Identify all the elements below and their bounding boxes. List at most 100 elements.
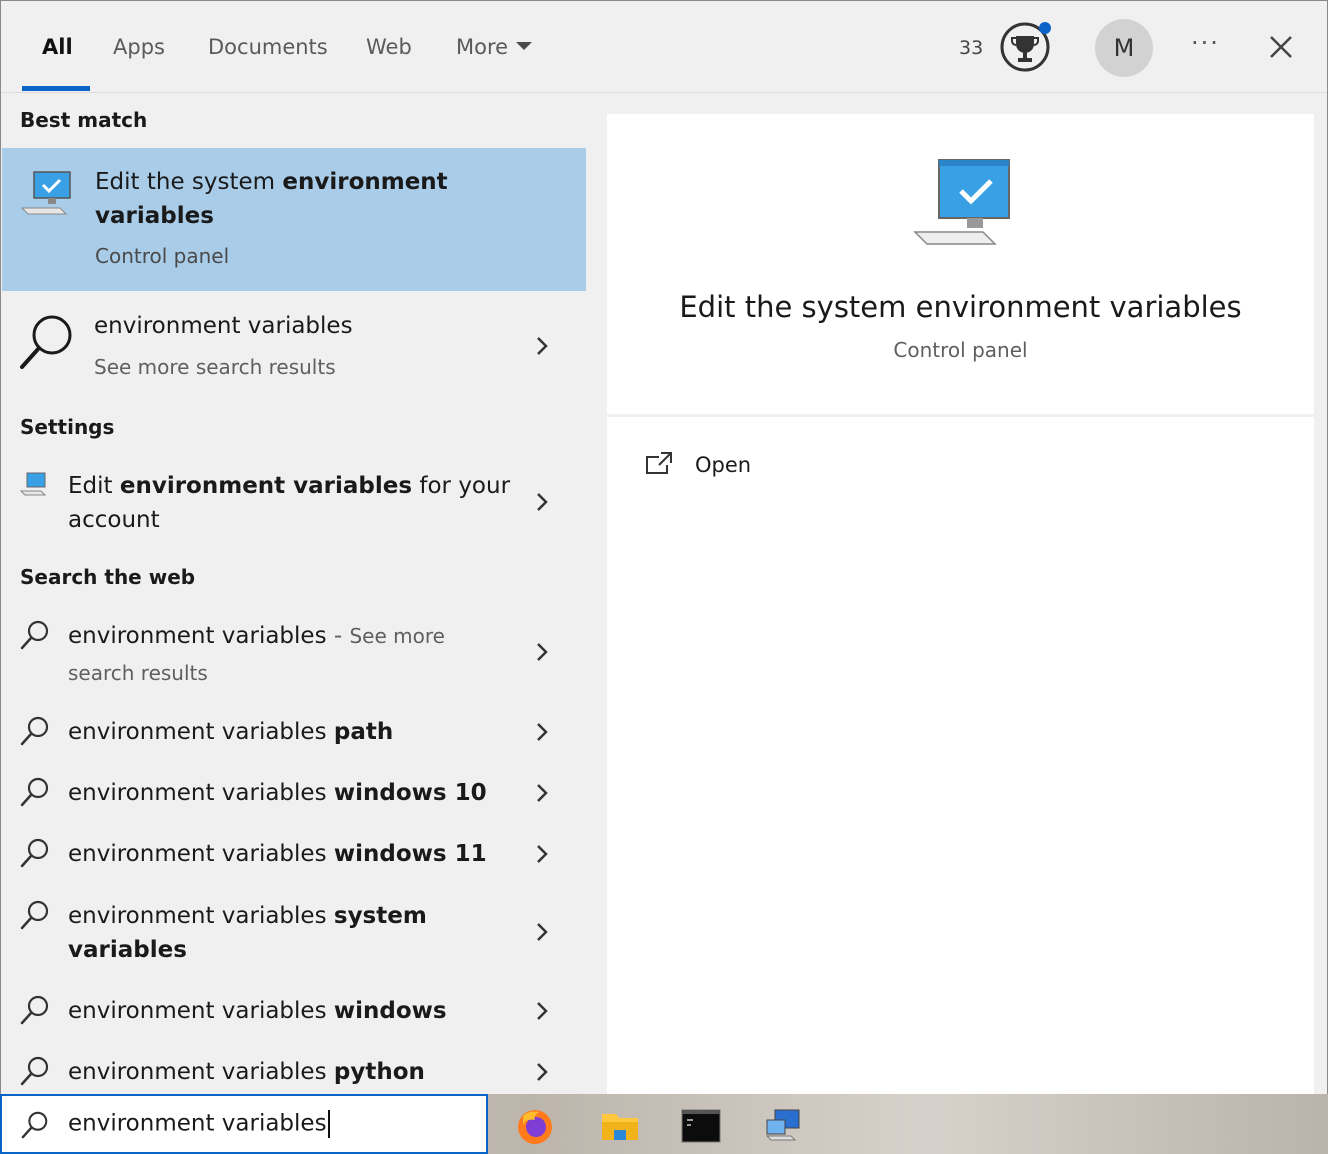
section-search-web: Search the web <box>20 565 196 589</box>
web-suggestion-item[interactable]: environment variables system variables <box>1 887 586 975</box>
more-results-title: environment variables <box>94 313 353 339</box>
search-icon <box>20 995 49 1025</box>
more-results-item[interactable]: environment variables See more search re… <box>1 295 586 395</box>
web-suggestion-item[interactable]: environment variables windows 11 <box>1 827 586 883</box>
search-window: All Apps Documents Web More 33 M ··· Bes… <box>0 0 1328 1095</box>
more-options-icon[interactable]: ··· <box>1191 29 1220 57</box>
web-result-item[interactable]: environment variables - See more search … <box>1 607 586 697</box>
web-suggestion-title: environment variables windows 10 <box>68 776 487 810</box>
open-icon <box>646 452 672 474</box>
best-match-title-bold1: environment <box>282 169 448 195</box>
tab-more-label: More <box>456 35 509 59</box>
web-result-title: environment variables - See more <box>68 619 445 653</box>
suggestion-bold-line2: variables <box>68 937 187 963</box>
firefox-icon[interactable] <box>515 1106 555 1146</box>
trophy-icon[interactable] <box>999 21 1051 73</box>
suggestion-bold: python <box>333 1059 425 1085</box>
open-label: Open <box>695 453 752 477</box>
chevron-right-icon <box>537 845 548 863</box>
tab-all[interactable]: All <box>42 35 73 59</box>
section-settings: Settings <box>20 415 115 439</box>
suggestion-bold: path <box>333 719 394 745</box>
settings-item-title: Edit environment variables for your acco… <box>68 469 510 537</box>
best-match-title-plain: Edit the system <box>95 169 283 195</box>
computer-icon <box>913 159 1010 245</box>
best-match-item[interactable]: Edit the system environment variables Co… <box>2 148 586 291</box>
suggestion-bold: system <box>333 903 427 929</box>
chevron-right-icon <box>537 1063 548 1081</box>
active-tab-indicator <box>22 86 90 91</box>
more-results-subtitle: See more search results <box>94 355 336 379</box>
chevron-right-icon <box>537 337 548 355</box>
text-cursor <box>327 1110 330 1138</box>
section-best-match: Best match <box>20 108 148 132</box>
avatar[interactable]: M <box>1095 19 1153 77</box>
suggestion-plain: environment variables <box>68 1059 334 1085</box>
chevron-right-icon <box>537 784 548 802</box>
remote-desktop-icon[interactable] <box>765 1106 805 1146</box>
search-icon <box>20 716 49 746</box>
computer-icon <box>20 171 71 215</box>
settings-title-post: for your <box>412 473 511 499</box>
file-explorer-icon[interactable] <box>600 1106 640 1146</box>
search-icon <box>20 1056 49 1086</box>
web-result-line2: search results <box>68 661 208 685</box>
preview-header: Edit the system environment variables Co… <box>607 114 1314 414</box>
web-suggestion-title: environment variables python <box>68 1055 425 1089</box>
search-box[interactable]: environment variables <box>0 1094 488 1154</box>
settings-title-line2: account <box>68 507 160 533</box>
chevron-right-icon <box>537 643 548 661</box>
settings-title-pre: Edit <box>68 473 120 499</box>
best-match-subtitle: Control panel <box>95 244 230 268</box>
chevron-right-icon <box>537 1002 548 1020</box>
suggestion-plain: environment variables <box>68 780 334 806</box>
web-suggestion-title: environment variables system variables <box>68 899 427 967</box>
suggestion-plain: environment variables <box>68 998 334 1024</box>
web-suggestion-title: environment variables windows <box>68 994 447 1028</box>
tab-more[interactable]: More <box>456 35 533 59</box>
suggestion-bold: windows 10 <box>333 780 487 806</box>
search-icon <box>20 620 49 650</box>
best-match-title-bold2: variables <box>95 203 214 229</box>
web-suggestion-item[interactable]: environment variables python <box>1 1045 586 1095</box>
best-match-title: Edit the system environment variables <box>95 165 448 233</box>
search-icon <box>20 315 72 369</box>
preview-actions: Open <box>607 417 1314 1095</box>
settings-title-bold: environment variables <box>119 473 413 499</box>
terminal-icon[interactable] <box>681 1106 721 1146</box>
close-icon[interactable] <box>1267 33 1295 61</box>
web-result-dash: - <box>326 623 350 649</box>
settings-item[interactable]: Edit environment variables for your acco… <box>1 457 586 549</box>
search-icon <box>20 777 49 807</box>
web-suggestion-item[interactable]: environment variables path <box>1 705 586 761</box>
web-suggestion-item[interactable]: environment variables windows <box>1 984 586 1040</box>
chevron-down-icon <box>516 42 533 50</box>
suggestion-plain: environment variables <box>68 903 334 929</box>
suggestion-bold: windows <box>333 998 447 1024</box>
web-result-see-more: See more <box>349 624 445 648</box>
tab-web[interactable]: Web <box>366 35 412 59</box>
search-icon <box>20 838 49 868</box>
preview-title: Edit the system environment variables <box>679 290 1242 324</box>
web-suggestion-title: environment variables windows 11 <box>68 837 487 871</box>
notification-dot <box>1039 22 1051 34</box>
top-bar: All Apps Documents Web More 33 M ··· <box>1 1 1327 93</box>
search-input-value: environment variables <box>68 1110 327 1137</box>
search-input[interactable]: environment variables <box>68 1110 330 1138</box>
web-result-text: environment variables <box>68 623 327 649</box>
preview-subtitle: Control panel <box>893 338 1028 362</box>
chevron-right-icon <box>537 493 548 511</box>
suggestion-plain: environment variables <box>68 719 334 745</box>
tab-apps[interactable]: Apps <box>113 35 165 59</box>
web-suggestion-title: environment variables path <box>68 715 393 749</box>
rewards-points: 33 <box>959 37 984 59</box>
chevron-right-icon <box>537 923 548 941</box>
settings-computer-icon <box>19 472 47 496</box>
suggestion-plain: environment variables <box>68 841 334 867</box>
search-icon <box>20 900 49 930</box>
chevron-right-icon <box>537 723 548 741</box>
suggestion-bold: windows 11 <box>333 841 487 867</box>
web-suggestion-item[interactable]: environment variables windows 10 <box>1 766 586 822</box>
tab-documents[interactable]: Documents <box>208 35 328 59</box>
search-icon <box>21 1111 48 1139</box>
